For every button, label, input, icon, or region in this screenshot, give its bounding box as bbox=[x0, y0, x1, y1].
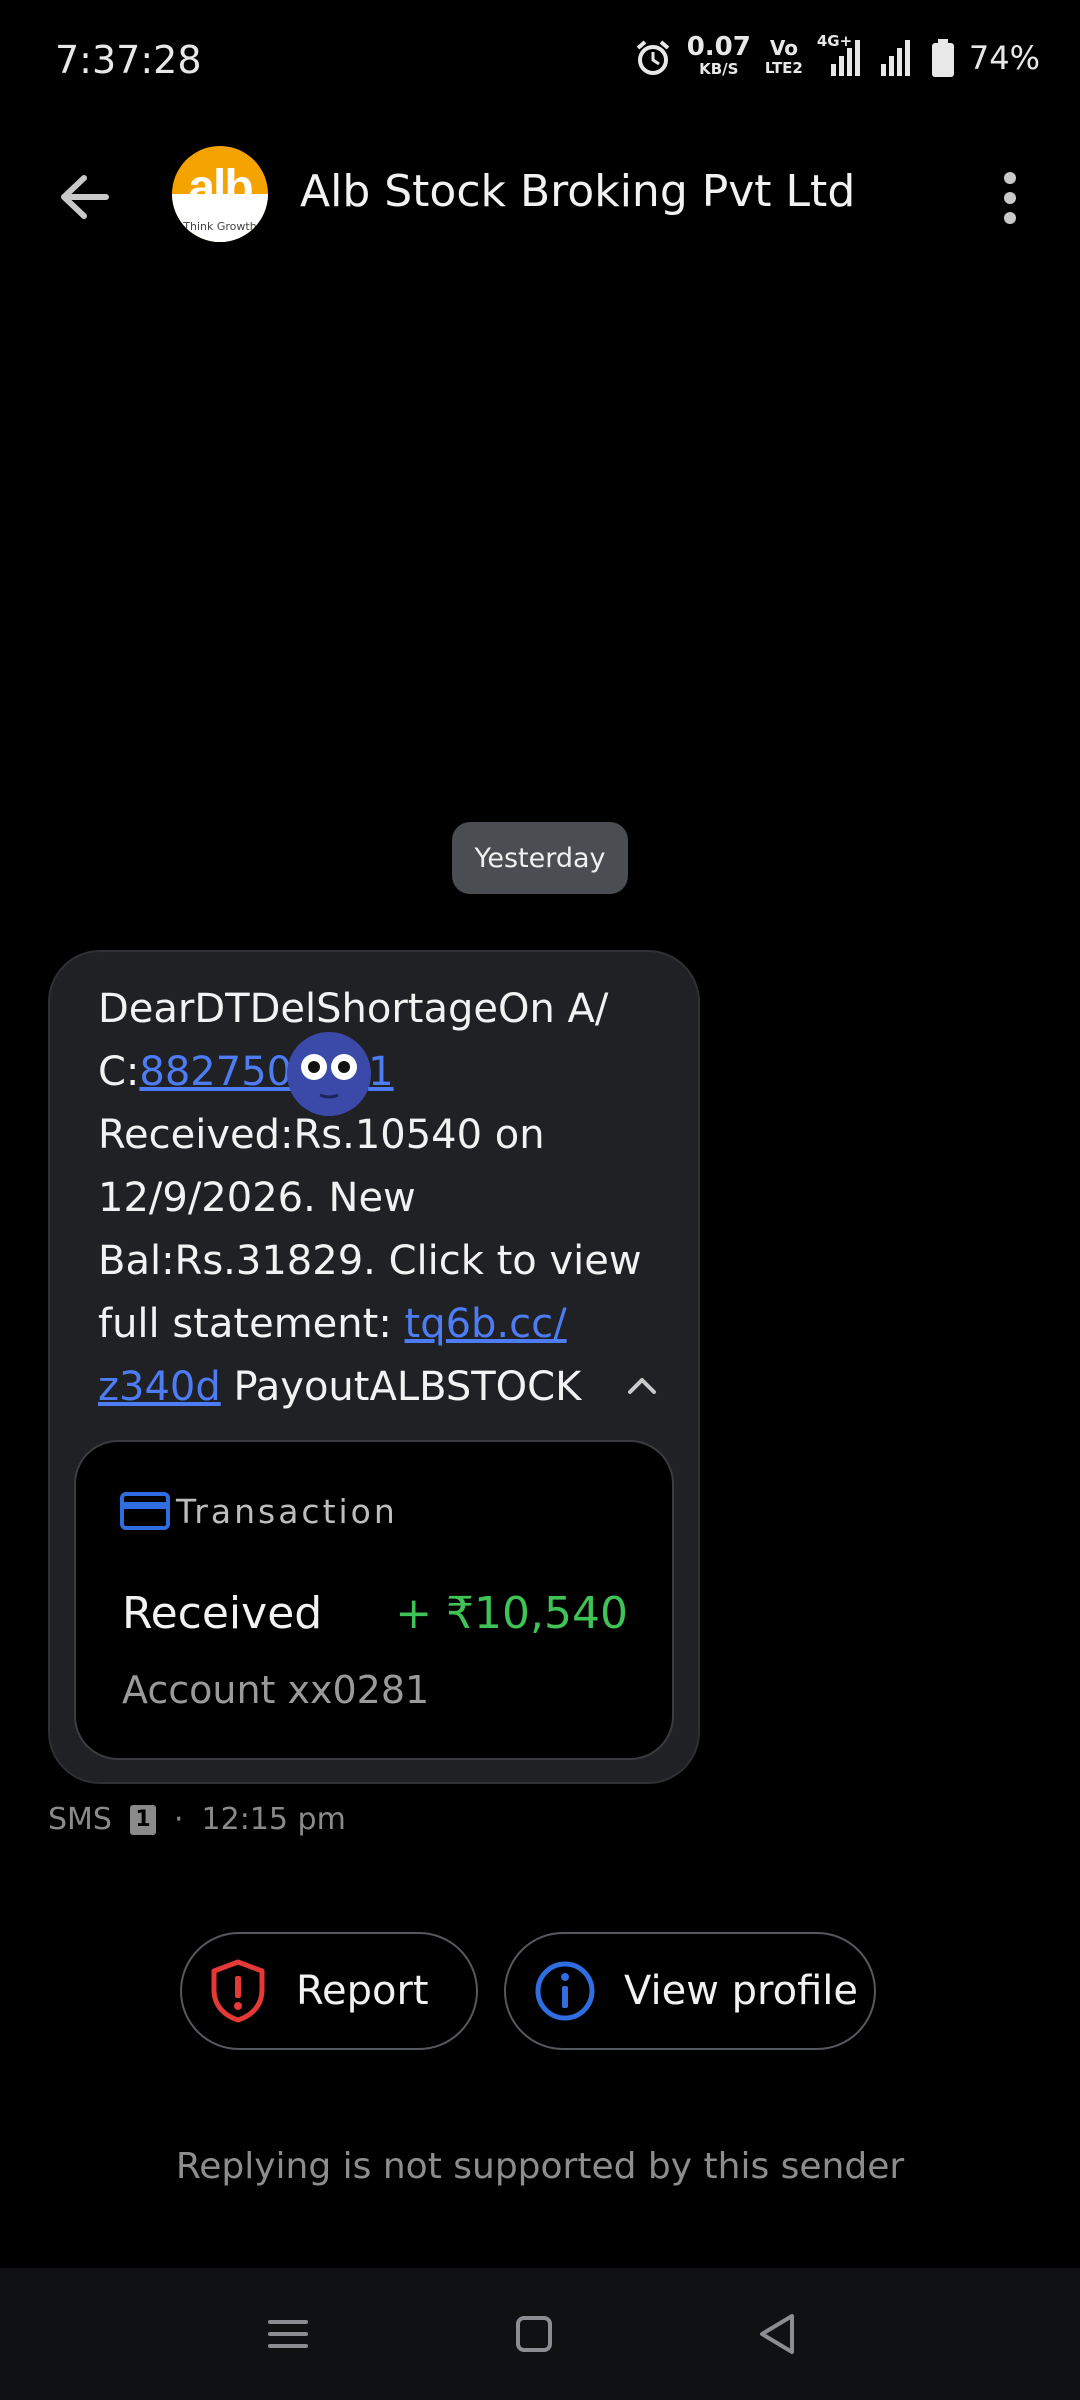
status-bar: 7:37:28 0.07 KB/S Vo LTE2 4G+ 74% bbox=[0, 0, 1080, 120]
credit-card-icon bbox=[120, 1492, 170, 1530]
message-bubble[interactable]: DearDTDelShortageOn A/ C:882750 1 Receiv… bbox=[48, 950, 700, 1784]
message-time: 12:15 pm bbox=[201, 1802, 346, 1837]
status-icons: 0.07 KB/S Vo LTE2 4G+ 74% bbox=[633, 32, 1040, 80]
date-separator: Yesterday bbox=[452, 822, 628, 894]
transaction-account: Account xx0281 bbox=[122, 1668, 430, 1712]
volte-top: Vo bbox=[769, 36, 798, 60]
battery-level: 74% bbox=[968, 39, 1040, 77]
transaction-card[interactable]: Transaction Received + ₹10,540 Account x… bbox=[74, 1440, 674, 1760]
network-type: 4G+ bbox=[816, 32, 853, 50]
volte-bottom: LTE2 bbox=[764, 59, 803, 77]
message-text: DearDTDelShortageOn A/ C:882750 1 Receiv… bbox=[98, 978, 658, 1419]
signal-1: 4G+ bbox=[817, 32, 863, 78]
transaction-type: Received bbox=[122, 1588, 323, 1639]
info-icon bbox=[535, 1961, 595, 2021]
reply-unsupported-note: Replying is not supported by this sender bbox=[175, 2146, 905, 2187]
signal-strength-icon-2 bbox=[880, 40, 910, 76]
home-square-icon[interactable] bbox=[504, 2308, 564, 2360]
message-channel: SMS bbox=[48, 1802, 112, 1837]
view-profile-button[interactable]: View profile bbox=[504, 1932, 876, 2050]
chevron-up-icon[interactable] bbox=[620, 1364, 664, 1408]
back-arrow-icon[interactable] bbox=[50, 162, 120, 232]
message-part-3: PayoutALBSTOCK bbox=[220, 1364, 582, 1410]
back-triangle-icon[interactable] bbox=[748, 2308, 808, 2360]
volte-indicator: Vo LTE2 bbox=[765, 38, 803, 78]
account-number-link[interactable]: 882750 bbox=[139, 1049, 292, 1095]
transaction-amount: + ₹10,540 bbox=[395, 1588, 628, 1639]
report-label: Report bbox=[296, 1968, 429, 2014]
alarm-icon bbox=[636, 40, 670, 75]
report-button[interactable]: Report bbox=[180, 1932, 478, 2050]
avatar-tagline: Think Growth bbox=[183, 220, 257, 233]
menu-icon[interactable] bbox=[258, 2308, 318, 2360]
meta-separator: · bbox=[173, 1802, 184, 1837]
view-profile-label: View profile bbox=[624, 1968, 858, 2014]
conversation-title[interactable]: Alb Stock Broking Pvt Ltd bbox=[300, 166, 855, 217]
network-speed: 0.07 KB/S bbox=[687, 34, 751, 80]
app-bar: alb Think Growth Alb Stock Broking Pvt L… bbox=[0, 140, 1080, 250]
more-options-icon[interactable] bbox=[990, 168, 1030, 228]
eyes-emoji-icon bbox=[287, 1032, 372, 1116]
shield-alert-icon bbox=[211, 1959, 265, 2023]
transaction-label: Transaction bbox=[176, 1492, 398, 1531]
system-nav-bar bbox=[0, 2268, 1080, 2400]
avatar-logo-text: alb bbox=[188, 161, 253, 214]
sender-avatar[interactable]: alb Think Growth bbox=[172, 146, 268, 242]
sim-badge: 1 bbox=[129, 1804, 156, 1835]
message-meta: SMS 1 · 12:15 pm bbox=[48, 1802, 346, 1837]
battery-icon bbox=[931, 39, 954, 77]
account-number-link-tail[interactable]: 1 bbox=[368, 1049, 393, 1095]
status-time: 7:37:28 bbox=[55, 38, 202, 82]
